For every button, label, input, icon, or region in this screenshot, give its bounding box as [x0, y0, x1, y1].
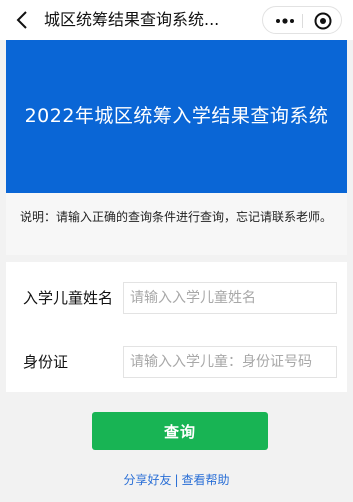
banner-title: 2022年城区统筹入学结果查询系统 [24, 105, 329, 127]
query-form: 入学儿童姓名 身份证 [6, 262, 347, 392]
page-title: 城区统筹结果查询系统... [44, 10, 220, 29]
child-name-label: 入学儿童姓名 [23, 289, 114, 307]
target-icon[interactable] [313, 11, 333, 31]
id-card-label: 身份证 [23, 353, 69, 371]
instruction-notice: 说明：请输入正确的查询条件进行查询，忘记请联系老师。 [6, 193, 347, 255]
header-banner: 2022年城区统筹入学结果查询系统 [6, 40, 347, 193]
back-chevron-icon[interactable] [13, 9, 33, 31]
id-card-input[interactable] [123, 346, 337, 378]
mini-program-capsule [262, 6, 342, 34]
query-button[interactable]: 查询 [92, 412, 268, 450]
footer-links: 分享好友 | 查看帮助 [0, 472, 353, 488]
help-link[interactable]: 查看帮助 [182, 473, 230, 487]
top-nav-bar: 城区统筹结果查询系统... [0, 0, 353, 40]
more-dots-icon[interactable] [274, 13, 296, 29]
child-name-input[interactable] [123, 282, 337, 314]
id-card-row: 身份证 [6, 336, 347, 388]
share-link[interactable]: 分享好友 [123, 473, 171, 487]
child-name-row: 入学儿童姓名 [6, 272, 347, 324]
capsule-divider [302, 14, 303, 28]
link-separator: | [174, 473, 179, 487]
